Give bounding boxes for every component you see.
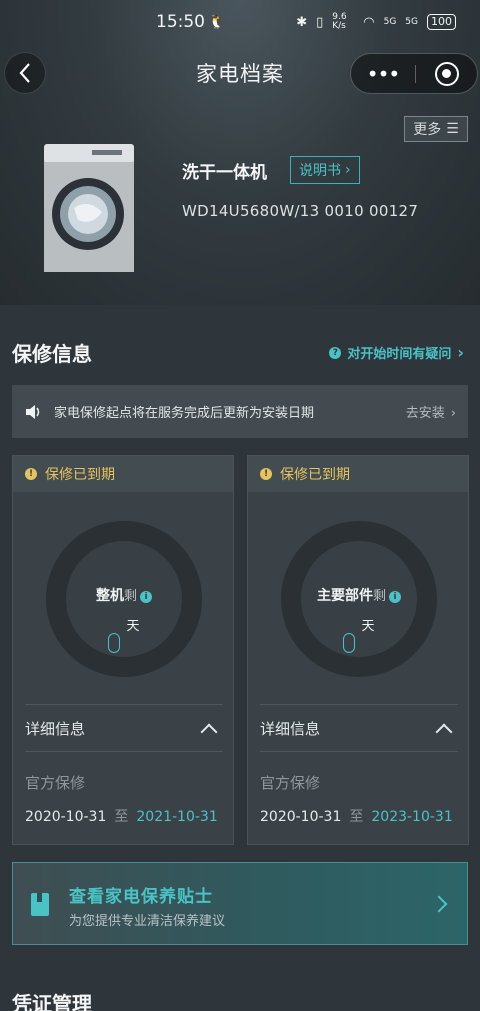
maintenance-tips-banner[interactable]: 查看家电保养贴士 为您提供专业清洁保养建议 [12,862,468,945]
remaining-days-ring: 主要部件剩i 0天 [281,521,437,677]
voucher-section-title: 凭证管理 [12,992,92,1011]
more-button[interactable]: 更多 ☰ [404,116,468,142]
install-link[interactable]: 去安装 › [406,402,456,421]
wifi-icon: ◠ [363,14,375,30]
start-time-question-link[interactable]: ? 对开始时间有疑问 › [329,343,464,362]
detail-label: 详细信息 [25,719,86,738]
question-link-text: 对开始时间有疑问 [347,347,452,362]
info-icon[interactable]: i [389,591,401,603]
close-mini-program-icon[interactable] [435,62,459,86]
speaker-icon [12,404,54,420]
warranty-period: 2020-10-31 至 2023-10-31 [260,806,453,826]
days-value: 0 [343,633,356,653]
warranty-type: 官方保修 [25,774,86,792]
detail-info-toggle[interactable]: 详细信息 [260,704,458,752]
status-icons: ✱ ▯ 9.6 K/s ◠ 5G 5G 100 [296,13,456,31]
chevron-up-icon [200,723,218,740]
warranty-type: 官方保修 [260,774,321,792]
days-unit: 天 [361,619,375,634]
days-unit: 天 [126,619,140,634]
signal-5g-1: 5G [383,17,397,27]
detail-info-toggle[interactable]: 详细信息 [25,704,223,752]
expired-badge: ! 保修已到期 [13,456,233,492]
expired-status: 保修已到期 [280,467,350,483]
warranty-card-whole-machine: ! 保修已到期 整机剩i 0天 详细信息 官方保修 2020-10-31至202… [12,455,234,845]
remaining-days-ring: 整机剩i 0天 [46,521,202,677]
manual-button[interactable]: 说明书 › [290,156,360,184]
start-date: 2020-10-31 [260,809,342,825]
bluetooth-icon: ✱ [296,14,308,30]
more-dots-icon[interactable]: ••• [351,54,415,93]
warning-icon: ! [25,468,37,480]
warning-icon: ! [260,468,272,480]
remaining-days: 0天 [66,615,182,653]
end-date: 2021-10-31 [136,809,218,825]
status-bar: 15:50 🐧 ✱ ▯ 9.6 K/s ◠ 5G 5G 100 [0,0,480,46]
warranty-card-main-parts: ! 保修已到期 主要部件剩i 0天 详细信息 官方保修 2020-10-31 至2… [247,455,469,845]
notification-icon: 🐧 [208,14,226,30]
question-icon: ? [329,346,342,359]
tips-subtitle: 为您提供专业清洁保养建议 [69,914,226,929]
more-label: 更多 [413,122,442,138]
chevron-right-icon: › [450,406,456,421]
warranty-period: 2020-10-31 至 2021-10-31 [25,806,218,826]
signal-5g-2: 5G [405,17,418,27]
status-time: 15:50 [156,12,205,32]
expired-status: 保修已到期 [45,467,115,483]
battery-indicator: 100 [427,14,456,30]
warranty-section-title: 保修信息 [12,342,92,366]
to-label: 至 [349,809,364,825]
notice-text: 家电保修起点将在服务完成后更新为安装日期 [54,406,315,421]
chevron-right-icon: › [457,343,464,362]
network-speed: 9.6 K/s [332,12,347,31]
detail-label: 详细信息 [260,719,321,738]
remaining-days: 0天 [301,615,417,653]
vibrate-icon: ▯ [316,14,324,30]
warranty-notice-bar[interactable]: 家电保修起点将在服务完成后更新为安装日期 去安装 › [12,385,468,438]
product-name: 洗干一体机 [182,163,267,183]
end-date: 2023-10-31 [371,809,453,825]
tips-title: 查看家电保养贴士 [69,887,213,907]
expired-badge: ! 保修已到期 [248,456,468,492]
menu-icon: ☰ [446,121,459,137]
ring-label: 整机剩 i [66,585,182,605]
mini-program-capsule: ••• [350,53,478,94]
days-value: 0 [108,633,121,653]
start-date: 2020-10-31 [25,809,107,825]
book-icon [31,893,49,916]
chevron-up-icon [435,723,453,740]
ring-label: 主要部件剩 i [301,585,417,605]
capsule-divider [415,65,416,83]
to-label: 至 [114,809,129,825]
chevron-right-icon [430,895,448,913]
chevron-right-icon: › [345,162,351,178]
washer-image [44,144,134,272]
product-model: WD14U5680W/13 0010 00127 [182,202,419,220]
manual-label: 说明书 [299,163,341,179]
info-icon[interactable]: i [140,591,152,603]
